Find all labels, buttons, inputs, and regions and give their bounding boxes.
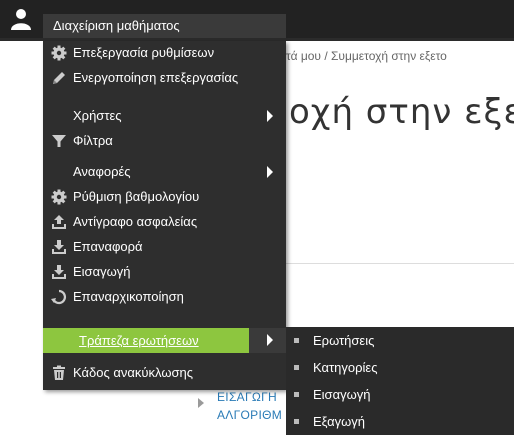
menu-item-reset[interactable]: Επαναρχικοποίηση — [43, 286, 286, 308]
menu-item-label: Ρύθμιση βαθμολογίου — [73, 189, 200, 204]
download-icon — [52, 240, 66, 254]
menu-item-label: Επαναρχικοποίηση — [73, 289, 184, 304]
top-navbar: Διαχείριση μαθήματος — [0, 0, 514, 38]
gear-icon — [51, 45, 67, 61]
menu-item-label: Αντίγραφο ασφαλείας — [73, 214, 198, 229]
topic-link[interactable]: ΕΙΣΑΓΩΓΗ — [217, 390, 277, 404]
submenu-item-categories[interactable]: Κατηγορίες — [286, 354, 514, 381]
submenu-item-import[interactable]: Εισαγωγή — [286, 381, 514, 408]
menu-item-label: Επεξεργασία ρυθμίσεων — [73, 45, 215, 60]
divider — [286, 263, 514, 264]
page-title: οχή στην εξετ — [289, 92, 514, 132]
submenu-arrow-icon — [267, 166, 273, 178]
bullet-icon — [294, 419, 299, 424]
submenu-item-label: Εξαγωγή — [313, 414, 366, 429]
submenu-item-export[interactable]: Εξαγωγή — [286, 408, 514, 435]
submenu-item-label: Εισαγωγή — [313, 387, 371, 402]
trash-icon — [53, 365, 65, 380]
refresh-icon — [51, 289, 67, 305]
bullet-icon — [294, 392, 299, 397]
menu-item-label: Εισαγωγή — [73, 264, 131, 279]
submenu-arrow-icon — [267, 334, 273, 346]
submenu-item-questions[interactable]: Ερωτήσεις — [286, 327, 514, 354]
pencil-icon — [53, 72, 65, 84]
download-icon — [52, 265, 66, 279]
menu-item-label: Αναφορές — [73, 164, 131, 179]
menu-item-users[interactable]: Χρήστες — [43, 105, 286, 127]
menu-item-label: Χρήστες — [73, 108, 122, 123]
gear-icon — [51, 189, 67, 205]
course-administration-dropdown: Επεξεργασία ρυθμίσεων Ενεργοποίηση επεξε… — [43, 41, 286, 390]
breadcrumb[interactable]: τά μου / Συμμετοχή στην εξετο — [286, 49, 514, 63]
menu-item-restore[interactable]: Επαναφορά — [43, 236, 286, 258]
menu-item-reports[interactable]: Αναφορές — [43, 161, 286, 183]
menu-item-label: Τράπεζα ερωτήσεων — [79, 333, 199, 348]
expand-arrow-icon[interactable] — [198, 398, 204, 408]
menu-item-turn-editing-on[interactable]: Ενεργοποίηση επεξεργασίας — [43, 67, 286, 89]
submenu-arrow-icon — [267, 110, 273, 122]
menu-item-gradebook-setup[interactable]: Ρύθμιση βαθμολογίου — [43, 186, 286, 208]
menu-item-label: Επαναφορά — [73, 239, 143, 254]
filter-icon — [52, 135, 66, 147]
menu-item-filters[interactable]: Φίλτρα — [43, 130, 286, 152]
bullet-icon — [294, 338, 299, 343]
upload-icon — [52, 215, 66, 229]
topic-link[interactable]: ΑΛΓΟΡΙΘΜ — [217, 408, 282, 422]
question-bank-submenu: Ερωτήσεις Κατηγορίες Εισαγωγή Εξαγωγή — [286, 327, 514, 435]
user-icon[interactable] — [10, 8, 32, 30]
menu-item-label: Κάδος ανακύκλωσης — [73, 365, 193, 380]
submenu-item-label: Ερωτήσεις — [313, 333, 375, 348]
menu-item-label: Ενεργοποίηση επεξεργασίας — [73, 70, 239, 85]
menu-item-recycle-bin[interactable]: Κάδος ανακύκλωσης — [43, 362, 286, 384]
submenu-item-label: Κατηγορίες — [313, 360, 378, 375]
menu-item-question-bank[interactable]: Τράπεζα ερωτήσεων — [43, 328, 286, 353]
menu-item-label: Φίλτρα — [73, 133, 113, 148]
menu-item-import[interactable]: Εισαγωγή — [43, 261, 286, 283]
menu-item-backup[interactable]: Αντίγραφο ασφαλείας — [43, 211, 286, 233]
course-administration-menu-button[interactable]: Διαχείριση μαθήματος — [43, 14, 286, 38]
bullet-icon — [294, 365, 299, 370]
menu-item-edit-settings[interactable]: Επεξεργασία ρυθμίσεων — [43, 42, 286, 64]
